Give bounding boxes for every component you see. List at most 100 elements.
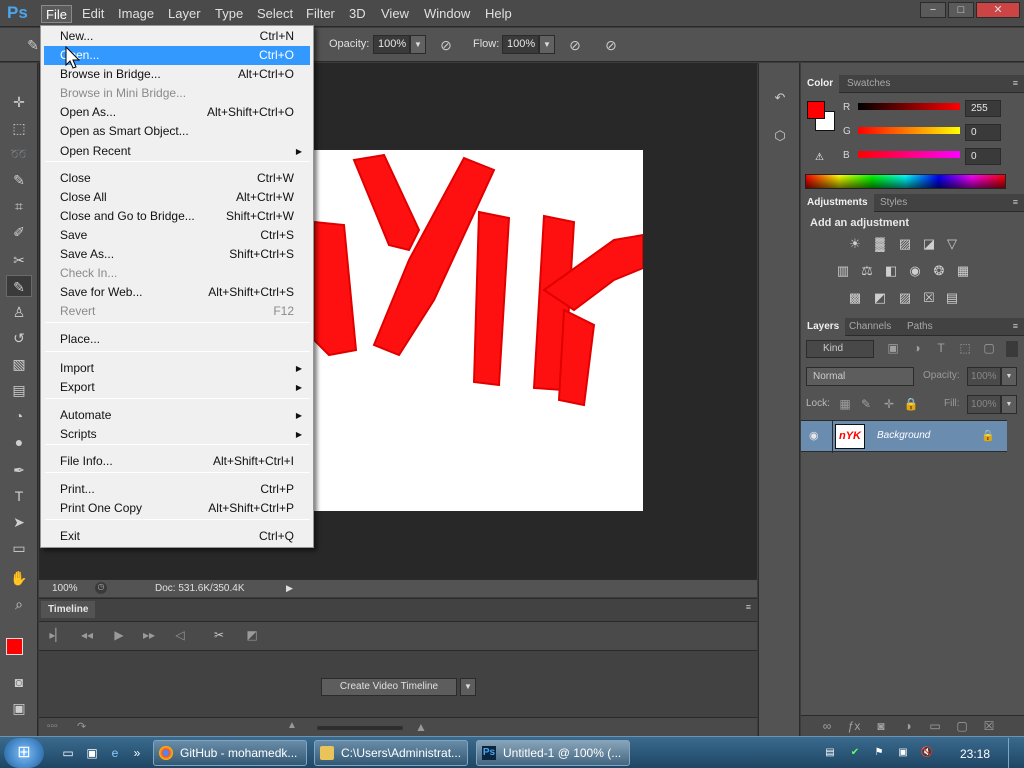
pen-tool-icon[interactable]: ✒ bbox=[6, 459, 32, 481]
file-menu-item-automate[interactable]: Automate ▶ bbox=[44, 406, 310, 425]
action-center-flag-icon[interactable]: ⚑ bbox=[872, 746, 886, 760]
threshold-icon[interactable]: ▨ bbox=[896, 290, 914, 306]
file-menu-item-place[interactable]: Place... bbox=[44, 330, 310, 349]
convert-icon[interactable]: ↷ bbox=[77, 720, 86, 733]
filter-adjustment-icon[interactable]: ◑ bbox=[909, 341, 925, 357]
channel-b-slider[interactable] bbox=[858, 151, 960, 158]
file-menu-item-file-info[interactable]: File Info... Alt+Shift+Ctrl+I bbox=[44, 452, 310, 471]
layer-style-fx-icon[interactable]: ƒx bbox=[846, 719, 862, 735]
layer-filter-kind-select[interactable]: Kind bbox=[806, 340, 874, 358]
photo-filter-icon[interactable]: ◉ bbox=[906, 263, 924, 279]
color-lookup-icon[interactable]: ▦ bbox=[954, 263, 972, 279]
menu-edit[interactable]: Edit bbox=[78, 5, 108, 23]
taskbar-item-photoshop[interactable]: Ps Untitled-1 @ 100% (... bbox=[476, 740, 630, 766]
filter-pixel-icon[interactable]: ▣ bbox=[885, 341, 901, 357]
lock-transparent-icon[interactable]: ▦ bbox=[837, 397, 853, 413]
tab-styles[interactable]: Styles bbox=[874, 194, 913, 212]
file-menu-item-save-as[interactable]: Save As... Shift+Ctrl+S bbox=[44, 245, 310, 264]
quick-select-tool-icon[interactable]: ✎ bbox=[6, 169, 32, 191]
tray-security-icon[interactable]: ✔ bbox=[848, 746, 862, 760]
file-menu-item-open-as-smart-object[interactable]: Open as Smart Object... bbox=[44, 122, 310, 141]
menu-filter[interactable]: Filter bbox=[302, 5, 339, 23]
adjustments-panel-menu-icon[interactable]: ≡ bbox=[1013, 197, 1018, 207]
transition-icon[interactable]: ◩ bbox=[242, 628, 262, 646]
clone-stamp-tool-icon[interactable]: ♙ bbox=[6, 301, 32, 323]
timeline-menu-icon[interactable]: ≡ bbox=[746, 602, 751, 612]
dodge-tool-icon[interactable]: ● bbox=[6, 431, 32, 453]
previous-frame-icon[interactable]: ◂◂ bbox=[77, 628, 97, 646]
file-menu-item-browse-in-bridge[interactable]: Browse in Bridge... Alt+Ctrl+O bbox=[44, 65, 310, 84]
channel-b-value[interactable]: 0 bbox=[965, 148, 1001, 165]
color-panel-menu-icon[interactable]: ≡ bbox=[1013, 78, 1018, 88]
link-layers-icon[interactable]: ∞ bbox=[819, 719, 835, 735]
vibrance-icon[interactable]: ▽ bbox=[943, 236, 961, 252]
show-desktop-button[interactable] bbox=[1008, 738, 1022, 768]
zoom-out-timeline-icon[interactable]: ▲ bbox=[287, 720, 297, 731]
tab-paths[interactable]: Paths bbox=[901, 318, 939, 336]
filter-type-icon[interactable]: T bbox=[933, 341, 949, 357]
opacity-input[interactable]: 100% bbox=[373, 35, 410, 54]
exposure-icon[interactable]: ◪ bbox=[920, 236, 938, 252]
hand-tool-icon[interactable]: ✋ bbox=[6, 567, 32, 589]
flow-input[interactable]: 100% bbox=[502, 35, 539, 54]
filter-shape-icon[interactable]: ⬚ bbox=[957, 341, 973, 357]
lock-all-icon[interactable]: 🔒 bbox=[903, 397, 919, 413]
hue-saturation-icon[interactable]: ▥ bbox=[834, 263, 852, 279]
marquee-tool-icon[interactable]: ⬚ bbox=[6, 117, 32, 139]
delete-layer-icon[interactable]: ☒ bbox=[981, 719, 997, 735]
audio-icon[interactable]: ◁ bbox=[170, 628, 190, 646]
file-menu-item-scripts[interactable]: Scripts ▶ bbox=[44, 425, 310, 444]
selective-color-icon[interactable]: ☒ bbox=[920, 290, 938, 306]
show-desktop-icon[interactable]: ▭ bbox=[60, 745, 76, 761]
split-scissors-icon[interactable]: ✂ bbox=[209, 628, 229, 646]
tab-layers[interactable]: Layers bbox=[801, 318, 846, 336]
type-tool-icon[interactable]: T bbox=[6, 485, 32, 507]
pressure-opacity-icon[interactable]: ⊘ bbox=[435, 34, 457, 56]
tab-swatches[interactable]: Swatches bbox=[841, 75, 896, 93]
new-layer-icon[interactable]: ▢ bbox=[954, 719, 970, 735]
airbrush-icon[interactable]: ⊘ bbox=[564, 34, 586, 56]
zoom-tool-icon[interactable]: ⌕ bbox=[6, 593, 32, 615]
color-spectrum-ramp[interactable] bbox=[805, 174, 1006, 189]
menu-window[interactable]: Window bbox=[420, 5, 474, 23]
filter-smart-object-icon[interactable]: ▢ bbox=[981, 341, 997, 357]
layer-visibility-eye-icon[interactable]: ◉ bbox=[809, 429, 819, 442]
tab-color[interactable]: Color bbox=[801, 75, 840, 93]
opacity-dropdown-icon[interactable]: ▼ bbox=[410, 35, 426, 54]
history-brush-tool-icon[interactable]: ↺ bbox=[6, 327, 32, 349]
file-menu-item-open[interactable]: Open... Ctrl+O bbox=[44, 46, 310, 65]
layer-name[interactable]: Background bbox=[877, 430, 930, 441]
3d-panel-icon[interactable]: ⬡ bbox=[769, 125, 791, 147]
file-menu-item-save[interactable]: Save Ctrl+S bbox=[44, 226, 310, 245]
menu-view[interactable]: View bbox=[377, 5, 413, 23]
channel-r-slider[interactable] bbox=[858, 103, 960, 110]
start-button[interactable]: ⊞ bbox=[4, 738, 44, 768]
zoom-in-timeline-icon[interactable]: ▲ bbox=[415, 720, 427, 734]
file-menu-item-exit[interactable]: Exit Ctrl+Q bbox=[44, 527, 310, 546]
move-tool-icon[interactable]: ✛ bbox=[6, 91, 32, 113]
new-group-icon[interactable]: ▭ bbox=[927, 719, 943, 735]
close-window-button[interactable]: ✕ bbox=[976, 2, 1020, 18]
menu-type[interactable]: Type bbox=[211, 5, 247, 23]
channel-g-slider[interactable] bbox=[858, 127, 960, 134]
file-menu-item-export[interactable]: Export ▶ bbox=[44, 378, 310, 397]
quick-mask-icon[interactable]: ◙ bbox=[6, 671, 32, 693]
create-video-timeline-button[interactable]: Create Video Timeline bbox=[321, 678, 457, 696]
tab-adjustments[interactable]: Adjustments bbox=[801, 194, 874, 212]
channel-r-value[interactable]: 255 bbox=[965, 100, 1001, 117]
play-icon[interactable]: ▶ bbox=[109, 628, 129, 646]
timeline-tab[interactable]: Timeline bbox=[41, 601, 96, 618]
timeline-type-dropdown-icon[interactable]: ▼ bbox=[460, 678, 476, 696]
foreground-color-swatch[interactable] bbox=[6, 638, 23, 655]
color-balance-icon[interactable]: ⚖ bbox=[858, 263, 876, 279]
brush-tool-icon[interactable]: ✎ bbox=[6, 275, 32, 297]
menu-help[interactable]: Help bbox=[481, 5, 516, 23]
channel-mixer-icon[interactable]: ❂ bbox=[930, 263, 948, 279]
color-foreground-swatch[interactable] bbox=[807, 101, 825, 119]
blur-tool-icon[interactable]: ◔ bbox=[6, 405, 32, 427]
gradient-map-icon[interactable]: ▤ bbox=[943, 290, 961, 306]
menu-select[interactable]: Select bbox=[253, 5, 297, 23]
taskbar-item-github[interactable]: GitHub - mohamedk... bbox=[153, 740, 307, 766]
frame-animation-icon[interactable]: ▫▫▫ bbox=[47, 721, 58, 732]
gradient-tool-icon[interactable]: ▤ bbox=[6, 379, 32, 401]
